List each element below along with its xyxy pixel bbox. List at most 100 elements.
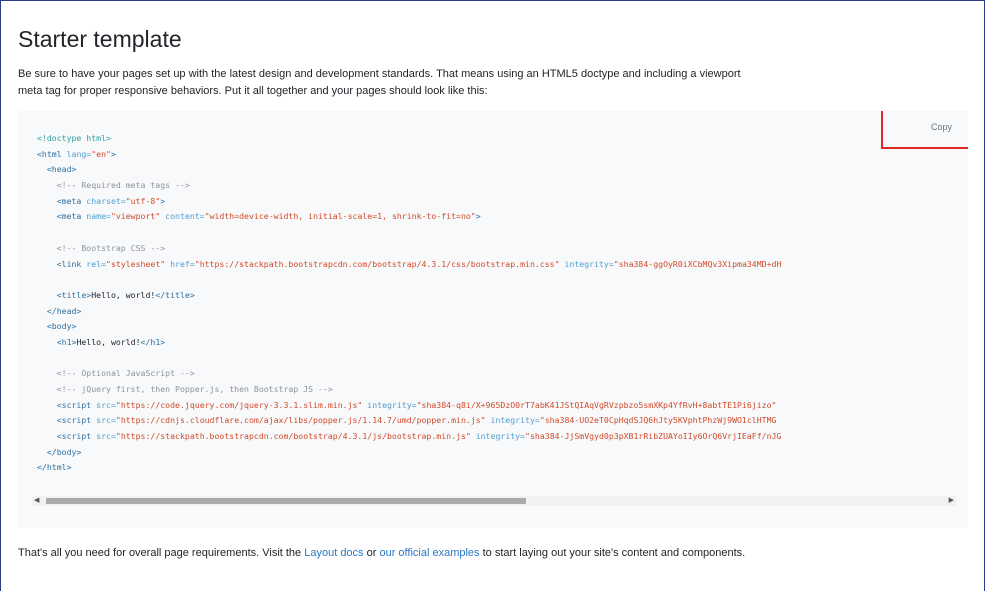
scroll-right-icon[interactable]: ▶ <box>949 497 954 505</box>
code-token: name= <box>81 211 111 222</box>
code-token: <!-- Bootstrap CSS --> <box>56 242 166 253</box>
code-line: <!-- Optional JavaScript --> <box>37 366 781 382</box>
code-token: src= <box>91 431 116 442</box>
code-line: </html> <box>37 460 781 476</box>
code-token: > <box>110 148 116 159</box>
code-token: "https://stackpath.bootstrapcdn.com/boot… <box>115 431 471 442</box>
code-line: <!-- jQuery first, then Popper.js, then … <box>37 382 781 398</box>
code-token: </body> <box>46 446 82 457</box>
scroll-left-icon[interactable]: ◀ <box>34 497 39 505</box>
code-line: <body> <box>37 319 781 335</box>
code-token: <!-- Optional JavaScript --> <box>56 368 195 379</box>
code-token: integrity= <box>470 431 526 442</box>
code-token: "sha384-q8i/X+965DzO0rT7abK41JStQIAqVgRV… <box>416 399 777 410</box>
code-token: integrity= <box>559 258 614 269</box>
code-token: <body> <box>46 321 77 332</box>
code-token: > <box>160 195 166 206</box>
code-token: lang= <box>61 148 92 159</box>
code-line: <!-- Required meta tags --> <box>37 178 781 194</box>
code-token: "utf-8" <box>125 195 161 206</box>
code-token: charset= <box>81 195 126 206</box>
code-token: <meta <box>56 211 82 222</box>
code-example-panel: Copy <!doctype html> <html lang="en"> <he… <box>18 111 968 528</box>
code-token: integrity= <box>362 399 417 410</box>
code-token: <script <box>56 415 92 426</box>
code-token: "viewport" <box>110 211 161 222</box>
code-token: <script <box>56 431 92 442</box>
code-line: </body> <box>37 445 781 461</box>
code-token: <h1> <box>56 336 77 347</box>
code-token: </h1> <box>140 336 166 347</box>
code-token: "https://code.jquery.com/jquery-3.3.1.sl… <box>115 399 363 410</box>
code-token: integrity= <box>485 415 540 426</box>
code-line: <title>Hello, world!</title> <box>37 288 781 304</box>
official-examples-link[interactable]: our official examples <box>379 547 479 559</box>
code-token: src= <box>91 415 116 426</box>
outro-text-after: to start laying out your site's content … <box>479 547 746 559</box>
code-token: href= <box>165 258 195 269</box>
code-token: </title> <box>155 289 195 300</box>
code-token: <script <box>56 399 92 410</box>
code-token: <title> <box>56 289 92 300</box>
code-line: <link rel="stylesheet" href="https://sta… <box>37 257 782 273</box>
code-token: Hello, world! <box>76 336 141 347</box>
code-token: "sha384-ggOyR0iXCbMQv3Xipma34MD+dH <box>613 258 782 269</box>
code-token: Hello, world! <box>91 289 156 300</box>
code-line: <html lang="en"> <box>37 147 781 163</box>
code-line: <h1>Hello, world!</h1> <box>37 335 781 351</box>
layout-docs-link[interactable]: Layout docs <box>304 547 363 559</box>
scroll-thumb[interactable] <box>46 498 526 504</box>
code-token: <html <box>37 148 62 159</box>
code-token: rel= <box>81 258 107 269</box>
code-token: "stylesheet" <box>106 258 166 269</box>
code-block: <!doctype html> <html lang="en"> <head> <… <box>37 131 781 476</box>
page-title: Starter template <box>18 26 182 52</box>
outro-text-middle: or <box>363 547 380 559</box>
code-line: <script src="https://cdnjs.cloudflare.co… <box>37 413 781 429</box>
code-token: > <box>475 211 481 222</box>
code-token: <!doctype html> <box>37 133 111 143</box>
code-token: "sha384-UO2eT0CpHqdSJQ6hJty5KVphtPhzWj9W… <box>539 415 777 426</box>
outro-text-before: That's all you need for overall page req… <box>18 547 305 559</box>
code-token: <meta <box>56 195 82 206</box>
intro-paragraph: Be sure to have your pages set up with t… <box>18 68 741 97</box>
code-token: "https://stackpath.bootstrapcdn.com/boot… <box>194 258 560 269</box>
code-token: <!-- Required meta tags --> <box>56 180 190 191</box>
code-token: <!-- jQuery first, then Popper.js, then … <box>56 384 333 394</box>
code-token: src= <box>91 399 116 410</box>
outro-paragraph: That's all you need for overall page req… <box>18 544 798 563</box>
code-token: "width=device-width, initial-scale=1, sh… <box>204 211 476 222</box>
code-token: content= <box>160 211 205 222</box>
code-line: <head> <box>37 162 781 178</box>
code-line: <meta name="viewport" content="width=dev… <box>37 209 781 225</box>
code-line: <script src="https://code.jquery.com/jqu… <box>37 398 781 414</box>
code-line: <!-- Bootstrap CSS --> <box>37 241 781 257</box>
code-line: <meta charset="utf-8"> <box>37 194 781 210</box>
code-token: "en" <box>91 148 111 159</box>
code-line: <script src="https://stackpath.bootstrap… <box>37 429 782 445</box>
horizontal-scrollbar[interactable]: ◀ ▶ <box>32 496 956 506</box>
copy-button[interactable]: Copy <box>931 122 952 132</box>
code-token: "https://cdnjs.cloudflare.com/ajax/libs/… <box>115 415 486 426</box>
copy-button-highlight <box>881 111 968 149</box>
code-token: "sha384-JjSmVgyd0p3pXB1rRibZUAYoIIy6OrQ6… <box>525 431 782 442</box>
code-line: </head> <box>37 304 781 320</box>
